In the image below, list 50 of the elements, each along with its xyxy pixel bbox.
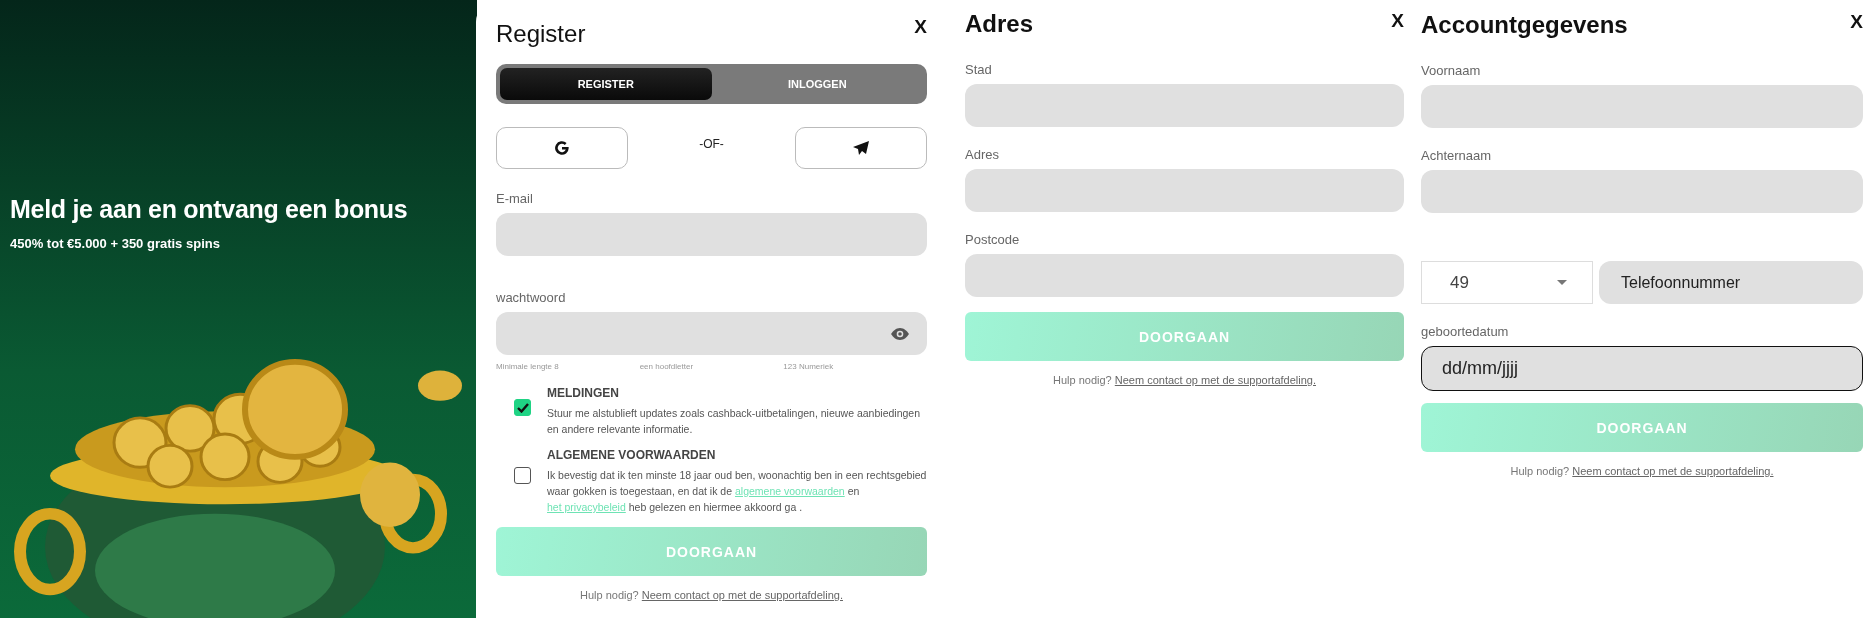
field-label: geboortedatum bbox=[1421, 324, 1510, 339]
password-hint: een hoofdletter bbox=[639, 362, 695, 371]
tab[interactable]: INLOGGEN bbox=[711, 68, 923, 100]
paper-plane-icon bbox=[852, 140, 870, 156]
tab[interactable]: REGISTER bbox=[500, 68, 712, 100]
close-button[interactable]: X bbox=[1391, 10, 1404, 32]
text-field[interactable] bbox=[965, 254, 1404, 297]
support-link[interactable]: Neem contact op met de supportafdeling. bbox=[641, 589, 843, 601]
promo-title: Meld je aan en ontvang een bonus bbox=[10, 195, 409, 224]
consent-title: ALGEMENE VOORWAARDEN bbox=[547, 448, 716, 462]
promo-subtitle: 450% tot €5.000 + 350 gratis spins bbox=[10, 236, 221, 251]
checkbox[interactable] bbox=[514, 467, 531, 484]
consent-text: Ik bevestig dat ik ten minste 18 jaar oud ben, woonachtig ben in een rechtsgebied waar gokken is toegestaan, en dat ik de algemene voorwaarden en het privacybeleid heb gelezen en hiermee akkoord ga . bbox=[547, 468, 927, 515]
checkbox[interactable] bbox=[514, 399, 531, 416]
field-label: Achternaam bbox=[1421, 148, 1493, 163]
text-field[interactable] bbox=[1421, 85, 1863, 128]
google-button[interactable] bbox=[496, 127, 628, 169]
date-field[interactable]: dd/mm/jjjj bbox=[1421, 346, 1863, 391]
consent-title: MELDINGEN bbox=[547, 386, 619, 400]
eye-icon[interactable] bbox=[891, 327, 909, 340]
text-field[interactable] bbox=[1421, 170, 1863, 213]
password-field[interactable] bbox=[496, 312, 927, 355]
field-label: Voornaam bbox=[1421, 63, 1482, 78]
help-text: Hulp nodig? bbox=[1510, 465, 1570, 477]
google-g-icon bbox=[554, 140, 570, 156]
country-code-select[interactable]: 49 bbox=[1421, 261, 1593, 304]
support-link[interactable]: Neem contact op met de supportafdeling. bbox=[1114, 374, 1316, 386]
field-label: E-mail bbox=[496, 191, 534, 206]
help-text: Hulp nodig? bbox=[580, 589, 639, 601]
text-field[interactable] bbox=[496, 213, 927, 256]
telegram-button[interactable] bbox=[795, 127, 927, 169]
dialog-title: Adres bbox=[965, 9, 1034, 38]
field-label: Adres bbox=[965, 147, 1000, 162]
password-hint: Minimale lengte 8 bbox=[496, 362, 560, 371]
consent-text: Stuur me alstublieft updates zoals cashback-uitbetalingen, nieuwe aanbiedingen en andere relevante informatie. bbox=[547, 406, 921, 437]
phone-field[interactable]: Telefoonnummer bbox=[1599, 261, 1863, 304]
support-link[interactable]: Neem contact op met de supportafdeling. bbox=[1572, 465, 1774, 477]
field-label: wachtwoord bbox=[496, 290, 567, 305]
field-label: Postcode bbox=[965, 232, 1021, 247]
or-divider-text: -OF- bbox=[699, 137, 724, 151]
close-button[interactable]: X bbox=[1850, 11, 1863, 33]
close-button[interactable]: X bbox=[914, 16, 927, 38]
text-field[interactable] bbox=[965, 169, 1404, 212]
field-label: Stad bbox=[965, 62, 993, 77]
caret-icon bbox=[1557, 279, 1567, 286]
text-field[interactable] bbox=[965, 84, 1404, 127]
dialog-title: Register bbox=[496, 19, 586, 48]
dialog-title: Accountgegevens bbox=[1421, 10, 1628, 39]
help-text: Hulp nodig? bbox=[1053, 374, 1112, 386]
password-hint: 123 Numeriek bbox=[783, 362, 835, 371]
